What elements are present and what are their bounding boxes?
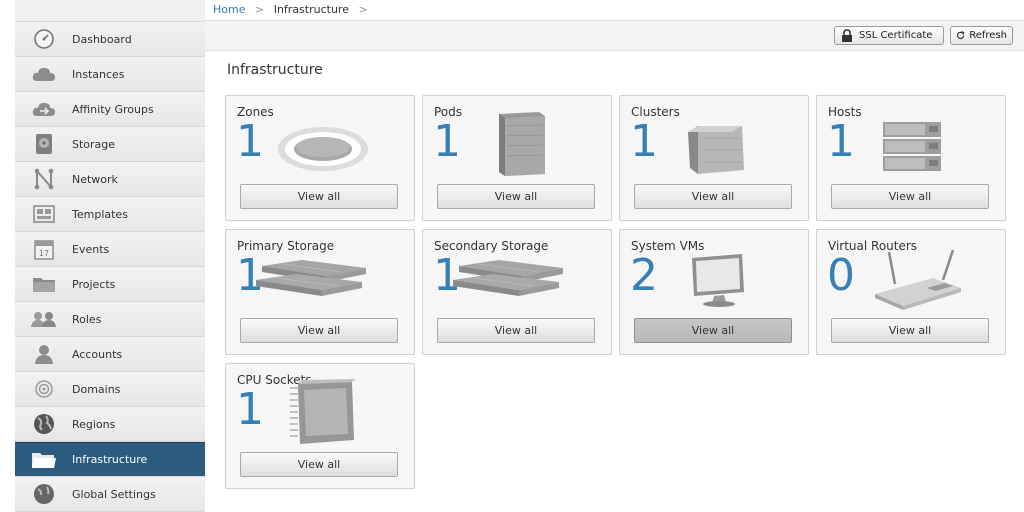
sidebar-item-label: Dashboard (72, 32, 132, 46)
clusters-view-all-button[interactable]: View all (634, 184, 792, 209)
card-count: 1 (433, 116, 461, 167)
pod-icon (495, 110, 551, 182)
card-virtual-routers: Virtual Routers 0 View all (816, 229, 1006, 355)
secondary-storage-icon (449, 258, 569, 304)
cpu-icon (288, 378, 358, 452)
sidebar-item-label: Roles (72, 312, 102, 326)
network-icon (31, 166, 57, 192)
card-count: 1 (630, 116, 658, 167)
sidebar-item-events[interactable]: 17 Events (15, 232, 205, 267)
refresh-icon (956, 31, 965, 40)
sidebar-item-accounts[interactable]: Accounts (15, 337, 205, 372)
system-vms-view-all-button[interactable]: View all (634, 318, 792, 343)
cpu-sockets-view-all-button[interactable]: View all (240, 452, 398, 477)
card-count: 1 (236, 384, 264, 435)
breadcrumb-home-link[interactable]: Home (213, 3, 245, 16)
virtual-routers-view-all-button[interactable]: View all (831, 318, 989, 343)
card-secondary-storage: Secondary Storage 1 View all (422, 229, 612, 355)
breadcrumb-separator: > (254, 3, 265, 16)
primary-storage-view-all-button[interactable]: View all (240, 318, 398, 343)
ssl-certificate-button[interactable]: SSL Certificate (834, 26, 944, 45)
page-title: Infrastructure (227, 62, 323, 78)
dashboard-icon (31, 26, 57, 52)
cloud-icon (31, 61, 57, 87)
card-clusters: Clusters 1 View all (619, 95, 809, 221)
sidebar-item-label: Domains (72, 382, 121, 396)
sidebar-item-label: Storage (72, 137, 116, 151)
card-pods: Pods 1 View all (422, 95, 612, 221)
user-icon (31, 341, 57, 367)
sidebar-item-label: Projects (72, 277, 116, 291)
zones-view-all-button[interactable]: View all (240, 184, 398, 209)
router-icon (873, 248, 963, 314)
card-count: 2 (630, 250, 658, 301)
svg-text:17: 17 (39, 249, 49, 258)
sidebar-item-instances[interactable]: Instances (15, 57, 205, 92)
card-cpu-sockets: CPU Sockets 1 View all (225, 363, 415, 489)
sidebar-item-label: Affinity Groups (72, 102, 154, 116)
breadcrumb: Home > Infrastructure > (213, 3, 368, 16)
refresh-button[interactable]: Refresh (950, 26, 1013, 45)
card-count: 0 (827, 250, 855, 301)
primary-storage-icon (252, 258, 372, 304)
monitor-icon (690, 252, 748, 312)
card-count: 1 (236, 116, 264, 167)
globe-settings-icon (31, 481, 57, 507)
sidebar-item-label: Regions (72, 417, 116, 431)
host-icon (881, 120, 945, 176)
calendar-icon: 17 (31, 236, 57, 262)
card-primary-storage: Primary Storage 1 View all (225, 229, 415, 355)
storage-disk-icon (31, 131, 57, 157)
sidebar-item-global-settings[interactable]: Global Settings (15, 477, 205, 512)
sidebar-top-bar (15, 0, 205, 22)
sidebar-item-label: Instances (72, 67, 125, 81)
sidebar-item-domains[interactable]: Domains (15, 372, 205, 407)
globe-icon (31, 411, 57, 437)
sidebar-item-label: Events (72, 242, 110, 256)
breadcrumb-separator: > (358, 3, 368, 16)
domains-icon (31, 376, 57, 402)
folder-icon (31, 271, 57, 297)
sidebar-item-regions[interactable]: Regions (15, 407, 205, 442)
sidebar-item-label: Network (72, 172, 118, 186)
sidebar-item-infrastructure[interactable]: Infrastructure (15, 442, 205, 477)
sidebar-item-templates[interactable]: Templates (15, 197, 205, 232)
ssl-certificate-label: SSL Certificate (859, 30, 933, 41)
sidebar-item-projects[interactable]: Projects (15, 267, 205, 302)
cluster-icon (686, 122, 748, 180)
refresh-label: Refresh (969, 30, 1007, 41)
sidebar-item-storage[interactable]: Storage (15, 127, 205, 162)
sidebar-item-dashboard[interactable]: Dashboard (15, 22, 205, 57)
hosts-view-all-button[interactable]: View all (831, 184, 989, 209)
secondary-storage-view-all-button[interactable]: View all (437, 318, 595, 343)
sidebar-item-label: Global Settings (72, 487, 156, 501)
lock-icon (842, 28, 852, 42)
sidebar-item-network[interactable]: Network (15, 162, 205, 197)
card-count: 1 (827, 116, 855, 167)
breadcrumb-current: Infrastructure (273, 3, 349, 16)
card-zones: Zones 1 View all (225, 95, 415, 221)
card-system-vms: System VMs 2 View all (619, 229, 809, 355)
affinity-cloud-icon (31, 96, 57, 122)
templates-icon (31, 201, 57, 227)
sidebar-item-roles[interactable]: Roles (15, 302, 205, 337)
roles-icon (31, 306, 57, 332)
toolbar: SSL Certificate Refresh (205, 20, 1024, 51)
pods-view-all-button[interactable]: View all (437, 184, 595, 209)
sidebar-item-label: Accounts (72, 347, 123, 361)
infrastructure-folder-icon (31, 447, 57, 473)
sidebar-nav: Dashboard Instances Affinity Groups Stor… (15, 0, 206, 512)
zone-icon (276, 124, 371, 178)
sidebar-item-label: Templates (72, 207, 128, 221)
sidebar-item-affinity-groups[interactable]: Affinity Groups (15, 92, 205, 127)
sidebar-item-label: Infrastructure (72, 453, 148, 466)
card-hosts: Hosts 1 View all (816, 95, 1006, 221)
